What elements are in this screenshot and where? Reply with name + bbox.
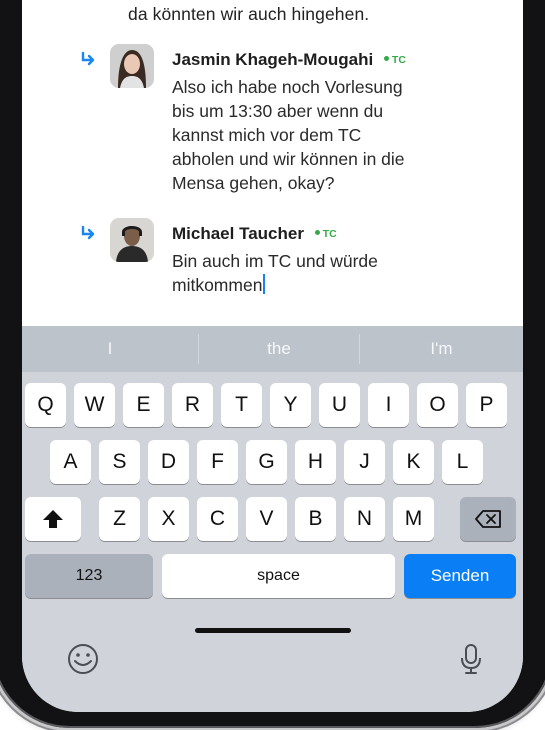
message-body: Also ich habe noch Vorlesung bis um 13:3… xyxy=(172,75,472,195)
key-m[interactable]: M xyxy=(393,497,434,541)
phone-screen: da könnten wir auch hingehen. Jasmin Kha… xyxy=(22,0,523,712)
suggestion-item[interactable]: the xyxy=(199,326,359,372)
avatar[interactable] xyxy=(110,44,154,88)
key-i[interactable]: I xyxy=(368,383,409,427)
previous-message-text: da könnten wir auch hingehen. xyxy=(128,4,370,24)
key-a[interactable]: A xyxy=(50,440,91,484)
message-body[interactable]: Bin auch im TC und würde mitkommen xyxy=(172,249,472,297)
message-line: bis um 13:30 aber wenn du xyxy=(172,101,384,121)
key-d[interactable]: D xyxy=(148,440,189,484)
key-r[interactable]: R xyxy=(172,383,213,427)
status-badge: TC xyxy=(383,54,406,66)
author-name: Jasmin Khageh-Mougahi xyxy=(172,50,374,69)
key-z[interactable]: Z xyxy=(99,497,140,541)
emoji-icon[interactable] xyxy=(66,642,100,676)
message-line: Also ich habe noch Vorlesung xyxy=(172,77,403,97)
key-t[interactable]: T xyxy=(221,383,262,427)
suggestion-item[interactable]: I'm xyxy=(360,326,523,372)
send-button[interactable]: Senden xyxy=(404,554,516,598)
shift-key[interactable] xyxy=(25,497,81,541)
key-j[interactable]: J xyxy=(344,440,385,484)
author-name: Michael Taucher xyxy=(172,224,304,243)
key-h[interactable]: H xyxy=(295,440,336,484)
avatar[interactable] xyxy=(110,218,154,262)
key-n[interactable]: N xyxy=(344,497,385,541)
message-line: abholen und wir können in die xyxy=(172,149,405,169)
key-p[interactable]: P xyxy=(466,383,507,427)
message-line: kannst mich vor dem TC xyxy=(172,125,362,145)
message-line: mitkommen xyxy=(172,275,263,295)
key-o[interactable]: O xyxy=(417,383,458,427)
chat-thread[interactable]: da könnten wir auch hingehen. Jasmin Kha… xyxy=(22,0,523,295)
keyboard: I the I'm Q W E R T Y U I O P A S D F G … xyxy=(22,326,523,712)
key-s[interactable]: S xyxy=(99,440,140,484)
key-v[interactable]: V xyxy=(246,497,287,541)
key-x[interactable]: X xyxy=(148,497,189,541)
suggestion-bar: I the I'm xyxy=(22,326,523,372)
reply-arrow-icon[interactable] xyxy=(80,50,98,68)
status-label: TC xyxy=(391,54,406,66)
backspace-icon xyxy=(475,510,501,528)
space-key[interactable]: space xyxy=(162,554,395,598)
key-f[interactable]: F xyxy=(197,440,238,484)
key-g[interactable]: G xyxy=(246,440,287,484)
message-author: Jasmin Khageh-Mougahi TC xyxy=(172,50,406,70)
reply-arrow-icon[interactable] xyxy=(80,224,98,242)
key-u[interactable]: U xyxy=(319,383,360,427)
shift-icon xyxy=(43,510,63,528)
numbers-key[interactable]: 123 xyxy=(25,554,153,598)
message-line-with-caret: mitkommen xyxy=(172,273,472,297)
key-q[interactable]: Q xyxy=(25,383,66,427)
key-k[interactable]: K xyxy=(393,440,434,484)
microphone-icon[interactable] xyxy=(454,642,488,676)
message-author: Michael Taucher TC xyxy=(172,224,337,244)
status-badge: TC xyxy=(314,228,337,240)
home-indicator[interactable] xyxy=(195,628,351,633)
key-b[interactable]: B xyxy=(295,497,336,541)
status-label: TC xyxy=(322,228,337,240)
message-line: Bin auch im TC und würde xyxy=(172,251,378,271)
key-c[interactable]: C xyxy=(197,497,238,541)
key-e[interactable]: E xyxy=(123,383,164,427)
message-line: Mensa gehen, okay? xyxy=(172,173,335,193)
key-l[interactable]: L xyxy=(442,440,483,484)
backspace-key[interactable] xyxy=(460,497,516,541)
suggestion-item[interactable]: I xyxy=(22,326,198,372)
text-cursor xyxy=(263,274,266,294)
key-w[interactable]: W xyxy=(74,383,115,427)
key-y[interactable]: Y xyxy=(270,383,311,427)
